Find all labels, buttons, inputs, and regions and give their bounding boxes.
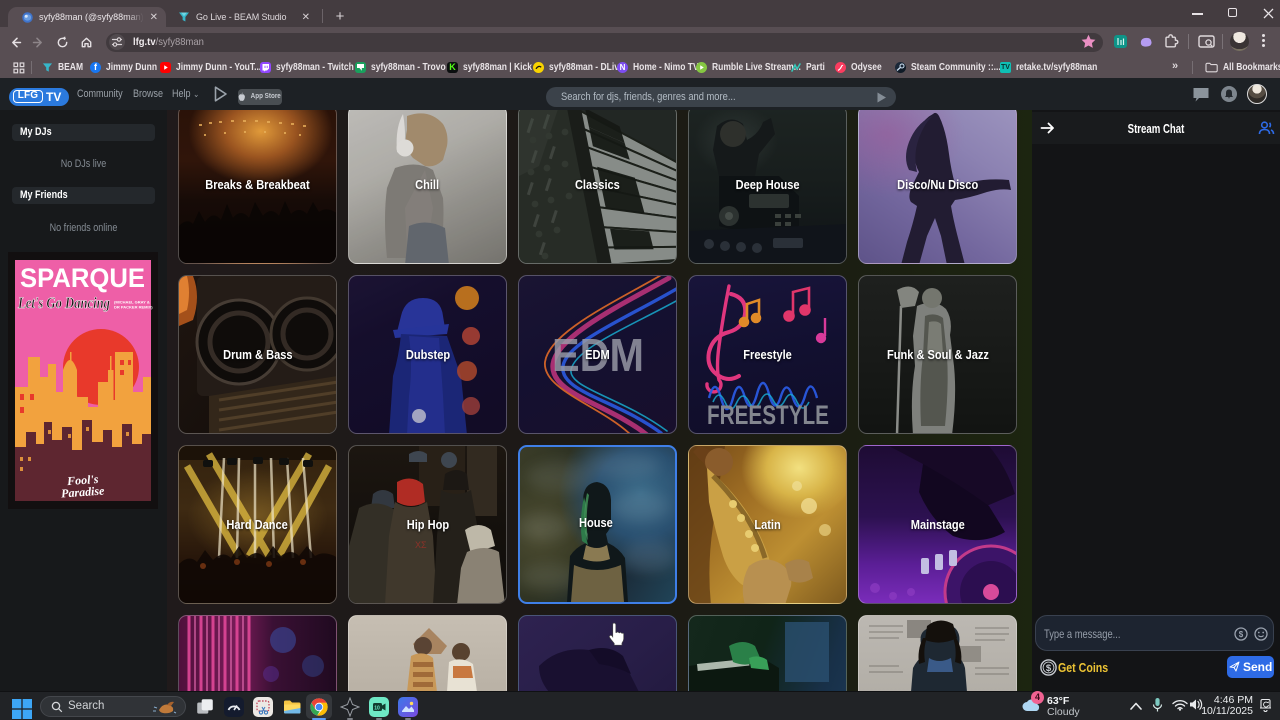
svg-text:SPARQUE: SPARQUE: [20, 263, 145, 293]
svg-text:$: $: [1046, 663, 1052, 674]
svg-text:Let's Go Dancing: Let's Go Dancing: [17, 295, 110, 312]
svg-text:10: 10: [374, 705, 380, 711]
svg-text:DR PACKER REMIX): DR PACKER REMIX): [114, 305, 153, 310]
svg-text:$: $: [1239, 630, 1244, 639]
